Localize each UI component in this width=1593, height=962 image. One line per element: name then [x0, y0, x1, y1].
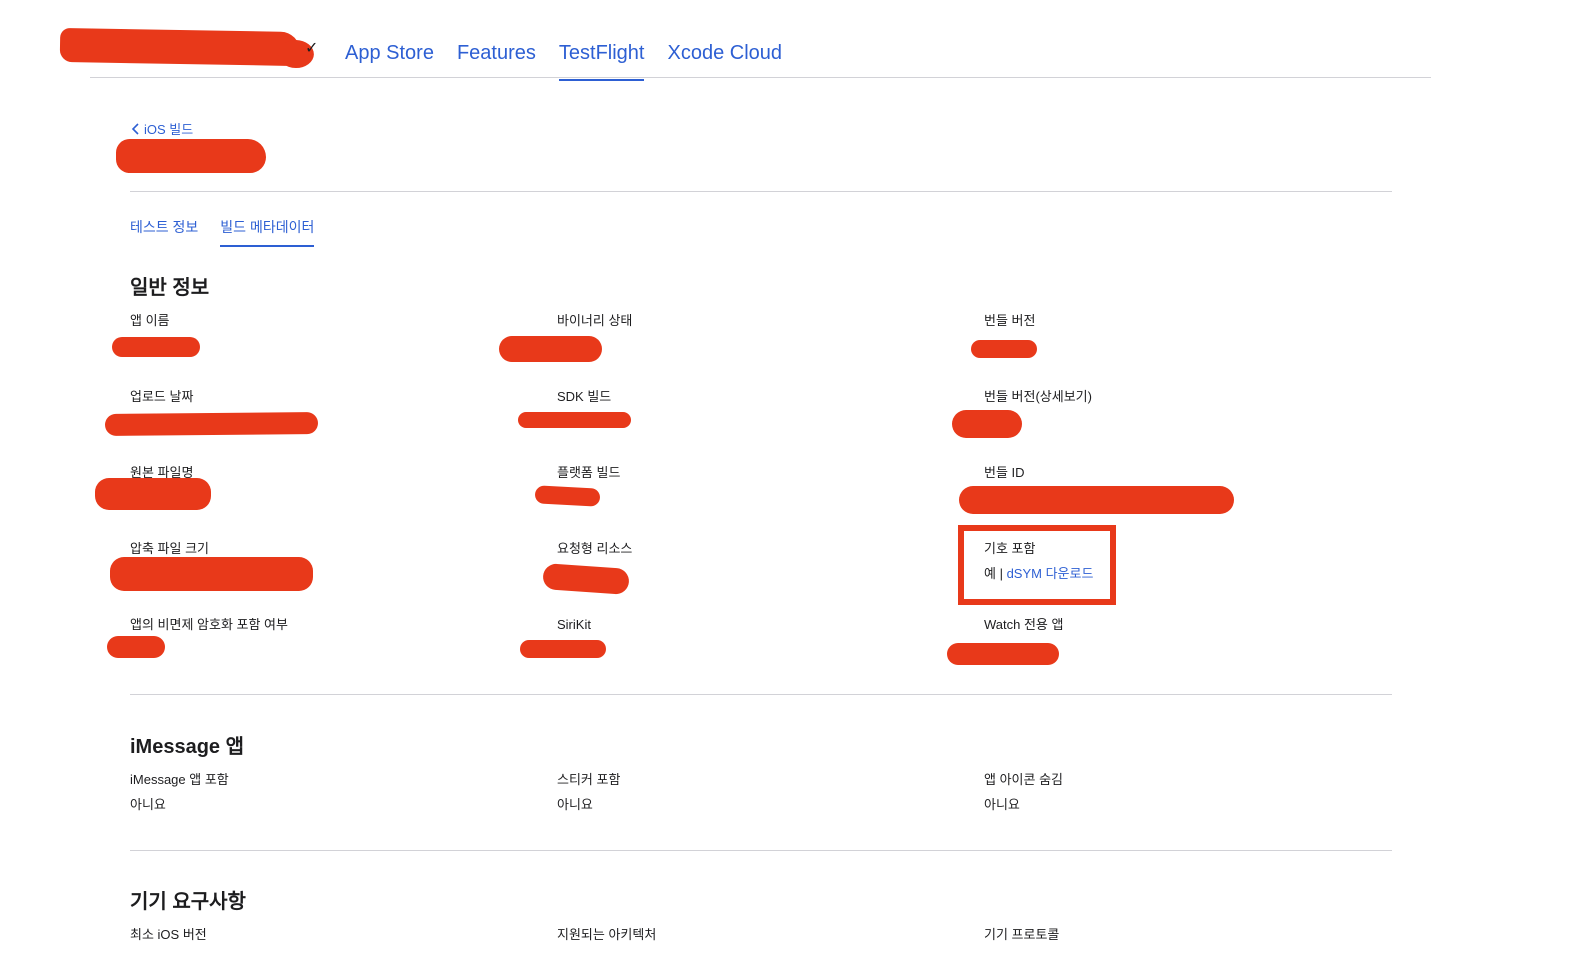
field-label: 기기 프로토콜 — [984, 927, 1060, 942]
field-sirikit: SiriKit — [557, 617, 957, 633]
back-link[interactable]: iOS 빌드 — [131, 119, 193, 138]
redacted-value — [534, 485, 601, 507]
field-label: 번들 ID — [984, 465, 1025, 480]
field-label: 지원되는 아키텍처 — [557, 927, 657, 942]
field-bundle-version: 번들 버전 — [984, 313, 1384, 329]
tab-build-metadata[interactable]: 빌드 메타데이터 — [220, 218, 315, 247]
field-label: 번들 버전(상세보기) — [984, 389, 1092, 404]
field-min-ios: 최소 iOS 버전 — [130, 927, 530, 943]
field-bundle-version-short: 번들 버전(상세보기) — [984, 389, 1384, 405]
section-title-general: 일반 정보 — [130, 277, 210, 299]
redacted-value — [107, 636, 165, 658]
redacted-value — [110, 557, 313, 591]
field-label: 최소 iOS 버전 — [130, 927, 207, 942]
field-hide-icon: 앱 아이콘 숨김 아니요 — [984, 772, 1384, 813]
field-label: SDK 빌드 — [557, 389, 612, 404]
field-label: 업로드 날짜 — [130, 389, 194, 404]
field-label: 압축 파일 크기 — [130, 541, 209, 556]
field-bundle-id: 번들 ID — [984, 465, 1384, 481]
field-sdk-build: SDK 빌드 — [557, 389, 957, 405]
field-imessage-app: iMessage 앱 포함 아니요 — [130, 772, 530, 813]
field-label: 플랫폼 빌드 — [557, 465, 621, 480]
top-navigation: ✓ App Store Features TestFlight Xcode Cl… — [59, 0, 1431, 81]
nav-testflight[interactable]: TestFlight — [558, 40, 645, 81]
redacted-value — [112, 337, 200, 357]
chevron-left-icon — [131, 122, 139, 135]
redacted-value — [971, 340, 1037, 358]
field-value: 아니요 — [130, 797, 166, 812]
redacted-value — [520, 640, 606, 658]
field-platform-build: 플랫폼 빌드 — [557, 465, 957, 481]
sub-tabs: 테스트 정보 빌드 메타데이터 — [130, 218, 315, 247]
nav-xcode-cloud[interactable]: Xcode Cloud — [667, 40, 782, 81]
field-label: 요청형 리소스 — [557, 541, 633, 556]
highlight-box — [958, 525, 1116, 605]
tab-test-info[interactable]: 테스트 정보 — [130, 218, 198, 247]
field-value: 아니요 — [557, 797, 593, 812]
redacted-value — [95, 478, 211, 510]
field-label: 앱의 비면제 암호화 포함 여부 — [130, 617, 288, 632]
field-binary-state: 바이너리 상태 — [557, 313, 957, 329]
field-compressed-size: 압축 파일 크기 — [130, 541, 530, 557]
section-divider — [130, 694, 1392, 695]
redacted-value — [947, 643, 1059, 665]
header-divider — [130, 191, 1392, 192]
field-label: iMessage 앱 포함 — [130, 772, 229, 787]
checkmark-icon: ✓ — [305, 40, 319, 57]
field-label: 번들 버전 — [984, 313, 1036, 328]
redacted-value — [542, 563, 630, 595]
redacted-brand — [59, 27, 301, 67]
field-label: Watch 전용 앱 — [984, 617, 1064, 632]
field-label: 스티커 포함 — [557, 772, 621, 787]
redacted-value — [499, 336, 602, 362]
section-title-imessage: iMessage 앱 — [130, 736, 245, 758]
back-link-label: iOS 빌드 — [144, 122, 194, 137]
redacted-value — [952, 410, 1022, 438]
field-protocols: 기기 프로토콜 — [984, 927, 1384, 943]
nav-app-store[interactable]: App Store — [345, 40, 434, 81]
field-label: 앱 아이콘 숨김 — [984, 772, 1063, 787]
field-stickers: 스티커 포함 아니요 — [557, 772, 957, 813]
field-value: 아니요 — [984, 797, 1020, 812]
field-label: 앱 이름 — [130, 313, 170, 328]
field-upload-date: 업로드 날짜 — [130, 389, 530, 405]
section-title-device: 기기 요구사항 — [130, 891, 246, 913]
redacted-page-title — [116, 139, 266, 173]
field-on-demand-resources: 요청형 리소스 — [557, 541, 957, 557]
field-label: 바이너리 상태 — [557, 313, 633, 328]
redacted-value — [959, 486, 1234, 514]
redacted-value — [518, 412, 631, 428]
redacted-value — [104, 412, 319, 436]
nav-features[interactable]: Features — [457, 40, 536, 81]
field-app-name: 앱 이름 — [130, 313, 530, 329]
field-label: SiriKit — [557, 617, 591, 632]
nav-links: App Store Features TestFlight Xcode Clou… — [345, 40, 782, 81]
field-encryption: 앱의 비면제 암호화 포함 여부 — [130, 617, 530, 633]
field-watch-app: Watch 전용 앱 — [984, 617, 1384, 633]
field-architectures: 지원되는 아키텍처 — [557, 927, 957, 943]
section-divider — [130, 850, 1392, 851]
